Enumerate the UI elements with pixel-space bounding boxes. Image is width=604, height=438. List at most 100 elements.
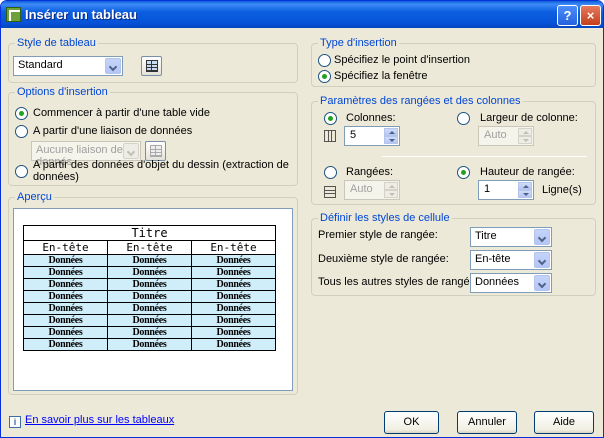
- params-divider: [382, 156, 587, 157]
- preview-data-cell: Données: [191, 266, 276, 279]
- insert-table-dialog: Insérer un tableau ? × Style de tableau …: [0, 0, 604, 438]
- preview-data-row: Données Données Données: [23, 314, 276, 327]
- first-row-style-select[interactable]: Titre: [470, 227, 552, 247]
- row-height-spinner[interactable]: 1: [478, 180, 534, 200]
- radio-column-width[interactable]: [457, 112, 470, 125]
- column-width-spinner[interactable]: Auto: [478, 126, 534, 146]
- column-width-value: Auto: [484, 129, 507, 141]
- columns-label[interactable]: Colonnes:: [346, 112, 396, 124]
- preview-data-cell: Données: [23, 290, 108, 303]
- preview-data-cell: Données: [23, 278, 108, 291]
- radio-row-height[interactable]: [457, 166, 470, 179]
- preview-data-cell: Données: [23, 338, 108, 351]
- preview-data-cell: Données: [191, 254, 276, 267]
- help-title-button[interactable]: ?: [557, 5, 578, 26]
- preview-data-row: Données Données Données: [23, 326, 276, 339]
- radio-insertion-point-label[interactable]: Spécifiez le point d'insertion: [334, 54, 470, 66]
- radio-extraction[interactable]: [15, 165, 28, 178]
- radio-extraction-label-2[interactable]: données): [33, 171, 79, 183]
- preview-data-row: Données Données Données: [23, 302, 276, 315]
- preview-data-row: Données Données Données: [23, 290, 276, 303]
- title-bar[interactable]: Insérer un tableau ? ×: [1, 1, 603, 28]
- preview-data-cell: Données: [107, 302, 192, 315]
- table-style-select[interactable]: Standard: [13, 56, 123, 76]
- data-link-select[interactable]: Aucune liaison de donnés: [31, 141, 141, 168]
- preview-data-cell: Données: [23, 254, 108, 267]
- cell-styles-legend: Définir les styles de cellule: [318, 212, 452, 224]
- column-width-spin-buttons[interactable]: [518, 128, 532, 144]
- preview-data-cell: Données: [191, 302, 276, 315]
- preview-data-row: Données Données Données: [23, 338, 276, 351]
- row-column-params-group: Paramètres des rangées et des colonnes C…: [311, 95, 596, 205]
- radio-window-label[interactable]: Spécifiez la fenêtre: [334, 70, 428, 82]
- radio-extraction-label-1[interactable]: A partir des données d'objet du dessin (…: [33, 159, 289, 171]
- radio-columns[interactable]: [324, 112, 337, 125]
- row-column-params-legend: Paramètres des rangées et des colonnes: [318, 95, 523, 107]
- row-height-spin-buttons[interactable]: [518, 182, 532, 198]
- radio-window[interactable]: [318, 70, 331, 83]
- rows-value: Auto: [350, 183, 373, 195]
- preview-data-cell: Données: [23, 302, 108, 315]
- preview-group: Aperçu Titre En-tête En-tête En-tête Don…: [8, 191, 298, 395]
- info-icon: i: [9, 416, 21, 428]
- chevron-down-icon[interactable]: [105, 58, 121, 74]
- preview-title-cell: Titre: [23, 225, 276, 241]
- preview-legend: Aperçu: [15, 191, 54, 203]
- table-style-icon: [146, 60, 158, 72]
- radio-insertion-point[interactable]: [318, 54, 331, 67]
- table-style-value: Standard: [18, 59, 63, 71]
- columns-icon: [324, 130, 336, 142]
- preview-data-cell: Données: [107, 254, 192, 267]
- rows-spin-buttons[interactable]: [384, 182, 398, 198]
- other-rows-style-value: Données: [475, 276, 520, 288]
- rows-icon: [324, 186, 336, 198]
- preview-data-cell: Données: [191, 326, 276, 339]
- second-row-style-select[interactable]: En-tête: [470, 250, 552, 270]
- preview-data-cell: Données: [23, 266, 108, 279]
- radio-empty-table-label[interactable]: Commencer à partir d'une table vide: [33, 107, 210, 119]
- preview-table: Titre En-tête En-tête En-tête Données Don…: [23, 225, 276, 351]
- chevron-down-icon[interactable]: [123, 143, 139, 159]
- preview-data-cell: Données: [107, 326, 192, 339]
- columns-spin-buttons[interactable]: [384, 128, 398, 144]
- learn-more-link[interactable]: En savoir plus sur les tableaux: [25, 414, 174, 426]
- preview-data-cell: Données: [107, 278, 192, 291]
- insertion-type-legend: Type d'insertion: [318, 37, 399, 49]
- preview-data-cell: Données: [107, 290, 192, 303]
- columns-spinner[interactable]: 5: [344, 126, 400, 146]
- preview-data-cell: Données: [191, 314, 276, 327]
- insert-options-group: Options d'insertion Commencer à partir d…: [8, 86, 298, 186]
- help-button[interactable]: Aide: [534, 411, 594, 434]
- first-row-style-value: Titre: [475, 230, 497, 242]
- radio-data-link-label[interactable]: A partir d'une liaison de données: [33, 125, 192, 137]
- table-style-dialog-button[interactable]: [141, 56, 162, 76]
- preview-header-cell: En-tête: [107, 240, 192, 255]
- chevron-down-icon[interactable]: [534, 275, 550, 291]
- preview-data-row: Données Données Données: [23, 278, 276, 291]
- cancel-button[interactable]: Annuler: [457, 411, 517, 434]
- preview-header-cell: En-tête: [191, 240, 276, 255]
- preview-header-cell: En-tête: [23, 240, 108, 255]
- radio-rows[interactable]: [324, 166, 337, 179]
- second-row-style-value: En-tête: [475, 253, 511, 265]
- close-button[interactable]: ×: [580, 5, 601, 26]
- chevron-down-icon[interactable]: [534, 229, 550, 245]
- column-width-label[interactable]: Largeur de colonne:: [480, 112, 578, 124]
- radio-empty-table[interactable]: [15, 107, 28, 120]
- row-height-label[interactable]: Hauteur de rangée:: [480, 166, 575, 178]
- cell-styles-group: Définir les styles de cellule Premier st…: [311, 212, 596, 296]
- row-height-value: 1: [484, 183, 491, 195]
- first-row-style-label: Premier style de rangée:: [318, 229, 438, 241]
- preview-data-cell: Données: [191, 278, 276, 291]
- ok-button[interactable]: OK: [384, 411, 439, 434]
- rows-label[interactable]: Rangées:: [346, 166, 393, 178]
- preview-data-cell: Données: [23, 326, 108, 339]
- second-row-style-label: Deuxième style de rangée:: [318, 253, 449, 265]
- radio-data-link[interactable]: [15, 125, 28, 138]
- rows-spinner[interactable]: Auto: [344, 180, 400, 200]
- data-link-manager-button[interactable]: [145, 141, 166, 161]
- preview-data-cell: Données: [107, 266, 192, 279]
- preview-data-row: Données Données Données: [23, 266, 276, 279]
- other-rows-style-select[interactable]: Données: [470, 273, 552, 293]
- chevron-down-icon[interactable]: [534, 252, 550, 268]
